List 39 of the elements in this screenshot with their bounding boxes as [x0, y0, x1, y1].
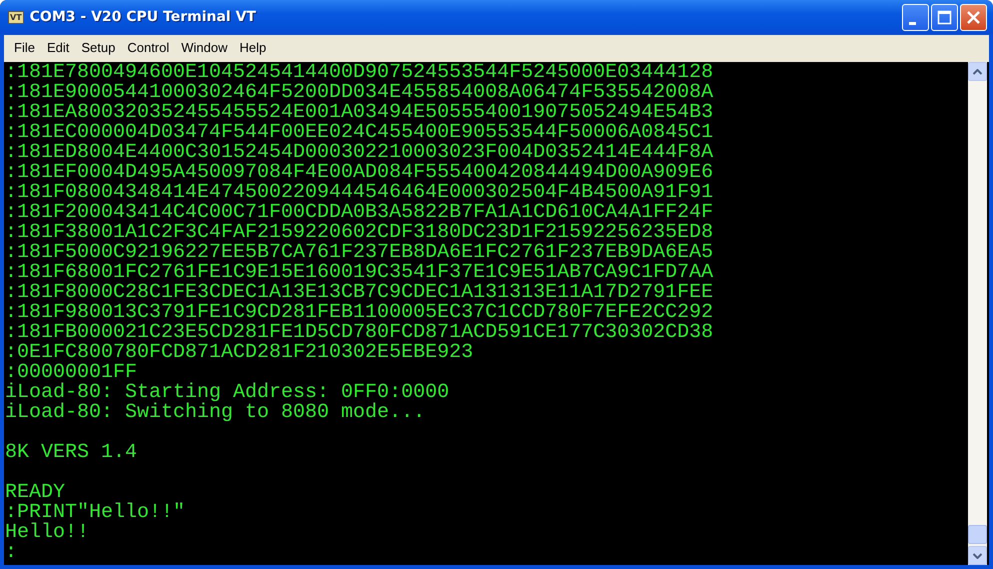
- terminal-line: :0E1FC800780FCD871ACD281F210302E5EBE923: [5, 343, 474, 363]
- menu-item[interactable]: Help: [234, 40, 272, 55]
- menu-item[interactable]: Control: [121, 40, 176, 55]
- terminal-line: :181FB000021C23E5CD281FE1D5CD780FCD871ACD591CE177C30302CD38: [5, 323, 714, 343]
- terminal-line: :181F68001FC2761FE1C9E15E160019C3541F37E1C9E51AB7CA9C1FD7AA: [5, 263, 714, 283]
- scroll-bar[interactable]: [968, 62, 987, 565]
- menu-item[interactable]: Setup: [75, 40, 122, 55]
- terminal-line: :181F200043414C4C00C71F00CDDA0B3A5822B7FA1A1CD610CA4A1FF24F: [5, 203, 714, 223]
- terminal-line: iLoad-80: Starting Address: 0FF0:0000: [5, 383, 450, 403]
- terminal-line: :181EA800320352455455524E001A03494E5055540019075052494E54B3: [5, 103, 714, 123]
- terminal-line: Hello!!: [5, 523, 90, 543]
- menu-item[interactable]: Edit: [40, 40, 76, 55]
- minimize-icon: [909, 22, 916, 24]
- scroll-up-button[interactable]: [968, 62, 987, 81]
- terminal-line: iLoad-80: Switching to 8080 mode...: [5, 403, 426, 423]
- scroll-down-button[interactable]: [968, 546, 987, 565]
- minimize-button[interactable]: [902, 4, 929, 30]
- menu-item[interactable]: File: [8, 40, 41, 55]
- maximize-button[interactable]: [931, 4, 958, 30]
- terminal-line: :181F38001A1C2F3C4FAF2159220602CDF3180DC23D1F21592256235ED8: [5, 223, 714, 243]
- terminal-line: :181E90005441000302464F5200DD034E455854008A06474F535542008A: [5, 83, 714, 103]
- terminal-line: :181F980013C3791FE1C9CD281FEB1100005EC37C1CCD780F7EFE2CC292: [5, 303, 714, 323]
- terminal-line: :181EC000004D03474F544F00EE024C455400E90553544F50006A0845C1: [5, 123, 714, 143]
- terminal-line: :181F08004348414E4745002209444546464E000302504F4B4500A91F91: [5, 183, 714, 203]
- terminal-line: :181F8000C28C1FE3CDEC1A13E13CB7C9CDEC1A131313E11A17D2791FEE: [5, 283, 714, 303]
- terminal-line: :181EF0004D495A450097084F4E00AD084F555400420844494D00A909E6: [5, 163, 714, 183]
- terminal-line: :181E7800494600E1045245414400D907524553544F5245000E03444128: [5, 63, 714, 83]
- menu-item[interactable]: Window: [175, 40, 234, 55]
- terminal-line: :00000001FF: [5, 363, 138, 383]
- terminal-line: :: [5, 543, 18, 563]
- terminal-line: :181ED8004E4400C30152454D000302210003023F004D0352414E444F8A: [5, 143, 714, 163]
- terminal-line: 8K VERS 1.4: [5, 443, 138, 463]
- terminal-line: :PRINT"Hello!!": [5, 503, 186, 523]
- window-title: COM3 - V20 CPU Terminal VT: [30, 9, 257, 25]
- terminal-line: :181F5000C92196227EE5B7CA761F237EB8DA6E1FC2761F237EB9DA6EA5: [5, 243, 714, 263]
- app-icon: VT: [8, 10, 24, 24]
- terminal-line: READY: [5, 483, 66, 503]
- scroll-thumb[interactable]: [968, 525, 987, 544]
- close-button[interactable]: [960, 4, 987, 30]
